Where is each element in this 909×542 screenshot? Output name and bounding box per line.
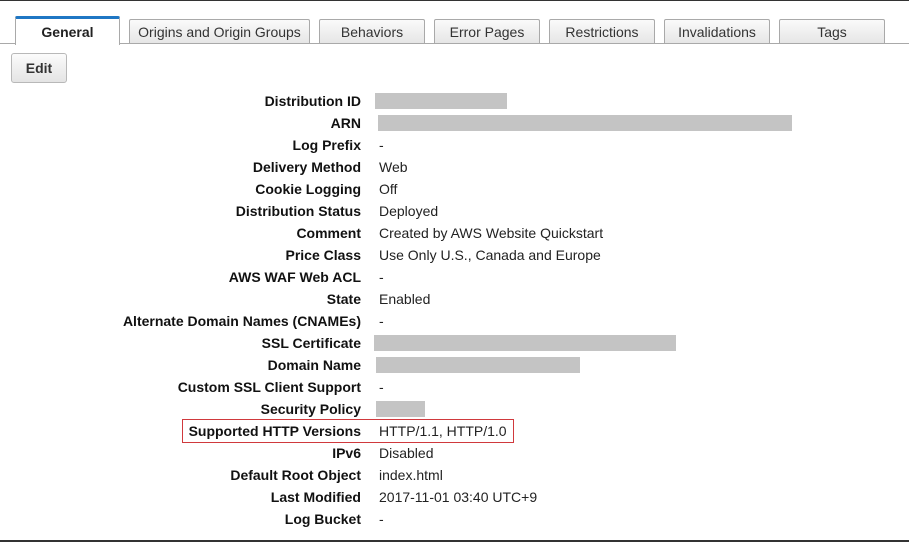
tab-error-pages[interactable]: Error Pages (434, 19, 540, 43)
detail-row-last-modified: Last Modified 2017-11-01 03:40 UTC+9 (0, 486, 909, 508)
redacted-value (375, 93, 507, 109)
detail-value: - (379, 269, 384, 285)
detail-label: Log Bucket (284, 511, 361, 527)
detail-row-price-class: Price Class Use Only U.S., Canada and Eu… (0, 244, 909, 266)
detail-label: Default Root Object (230, 467, 361, 483)
detail-row-domain-name: Domain Name (0, 354, 909, 376)
detail-row-ipv6: IPv6 Disabled (0, 442, 909, 464)
detail-label: Delivery Method (252, 159, 361, 175)
detail-value: Use Only U.S., Canada and Europe (379, 247, 601, 263)
detail-value: - (379, 137, 384, 153)
tab-restrictions[interactable]: Restrictions (549, 19, 655, 43)
detail-label: State (326, 291, 361, 307)
detail-value: - (379, 511, 384, 527)
detail-row-cookie-logging: Cookie Logging Off (0, 178, 909, 200)
detail-label: Price Class (285, 247, 362, 263)
tab-invalidations[interactable]: Invalidations (664, 19, 770, 43)
detail-row-alternate-domain-names: Alternate Domain Names (CNAMEs) - (0, 310, 909, 332)
detail-value: Enabled (379, 291, 431, 307)
detail-row-delivery-method: Delivery Method Web (0, 156, 909, 178)
detail-label: Security Policy (260, 401, 361, 417)
detail-value: - (379, 313, 384, 329)
highlight-box (182, 419, 514, 443)
detail-row-comment: Comment Created by AWS Website Quickstar… (0, 222, 909, 244)
detail-row-arn: ARN (0, 112, 909, 134)
detail-label: Comment (296, 225, 361, 241)
detail-label: Custom SSL Client Support (177, 379, 361, 395)
detail-label: Alternate Domain Names (CNAMEs) (122, 313, 361, 329)
detail-row-aws-waf-web-acl: AWS WAF Web ACL - (0, 266, 909, 288)
detail-label: Log Prefix (292, 137, 361, 153)
detail-row-log-prefix: Log Prefix - (0, 134, 909, 156)
detail-label: Last Modified (270, 489, 361, 505)
detail-label: AWS WAF Web ACL (228, 269, 361, 285)
detail-value: Web (379, 159, 408, 175)
detail-label: ARN (330, 115, 361, 131)
detail-value: Created by AWS Website Quickstart (379, 225, 604, 241)
redacted-value (378, 115, 792, 131)
detail-value: index.html (379, 467, 443, 483)
detail-row-distribution-id: Distribution ID (0, 90, 909, 112)
redacted-value (376, 401, 425, 417)
detail-value: 2017-11-01 03:40 UTC+9 (379, 489, 538, 505)
detail-value: Deployed (379, 203, 439, 219)
tab-general[interactable]: General (15, 16, 120, 45)
detail-label: Domain Name (267, 357, 361, 373)
detail-value: Off (379, 181, 398, 197)
tab-tags[interactable]: Tags (779, 19, 885, 43)
tab-behaviors[interactable]: Behaviors (319, 19, 425, 43)
edit-button[interactable]: Edit (11, 53, 67, 83)
detail-row-state: State Enabled (0, 288, 909, 310)
detail-label: Distribution ID (264, 93, 361, 109)
detail-value: - (379, 379, 384, 395)
detail-value: Disabled (379, 445, 434, 461)
top-divider (0, 0, 909, 1)
detail-label: Distribution Status (235, 203, 361, 219)
detail-row-ssl-certificate: SSL Certificate (0, 332, 909, 354)
detail-row-custom-ssl-client-support: Custom SSL Client Support - (0, 376, 909, 398)
redacted-value (374, 335, 676, 351)
detail-row-distribution-status: Distribution Status Deployed (0, 200, 909, 222)
detail-row-default-root-object: Default Root Object index.html (0, 464, 909, 486)
detail-label: IPv6 (332, 445, 361, 461)
detail-label: Cookie Logging (255, 181, 361, 197)
redacted-value (376, 357, 580, 373)
detail-label: SSL Certificate (261, 335, 361, 351)
tab-origins-and-origin-groups[interactable]: Origins and Origin Groups (129, 19, 310, 43)
detail-row-security-policy: Security Policy (0, 398, 909, 420)
detail-row-log-bucket: Log Bucket - (0, 508, 909, 530)
